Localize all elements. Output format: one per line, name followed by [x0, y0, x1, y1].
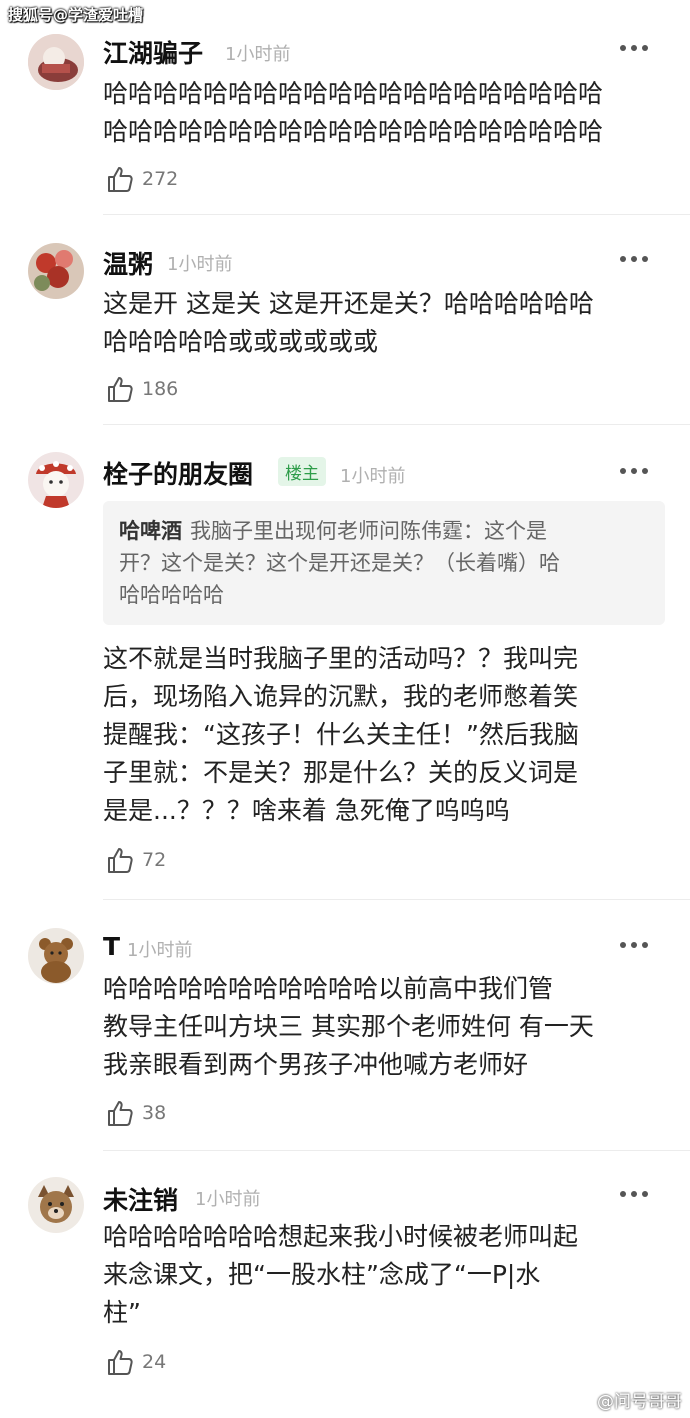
comment-text: 哈哈哈哈哈哈哈哈哈哈哈哈哈哈哈哈哈哈哈哈 哈哈哈哈哈哈哈哈哈哈哈哈哈哈哈哈哈哈哈… [103, 79, 604, 146]
comment-text: 哈哈哈哈哈哈哈想起来我小时候被老师叫起 来念课文，把“一股水柱”念成了“一P|水… [103, 1222, 579, 1327]
comment-text: 哈哈哈哈哈哈哈哈哈哈哈以前高中我们管 教导主任叫方块三 其实那个老师姓何 有一天… [103, 974, 594, 1079]
timestamp: 1小时前 [225, 44, 291, 65]
quoted-reply[interactable]: 哈啤酒 我脑子里出现何老师问陈伟霆：这个是 开？这个是关？这个是开还是关？（长着嘴… [103, 501, 665, 625]
comment-text: 这不就是当时我脑子里的活动吗？？我叫完 后，现场陷入诡异的沉默，我的老师憋着笑 … [103, 644, 579, 825]
like-count: 272 [142, 168, 179, 190]
avatar[interactable] [28, 243, 84, 299]
username[interactable]: 江湖骗子 [103, 34, 203, 70]
username[interactable]: T [103, 932, 120, 961]
more-dots-icon[interactable] [620, 1191, 650, 1199]
timestamp: 1小时前 [195, 1189, 261, 1210]
username[interactable]: 栓子的朋友圈 [103, 455, 253, 491]
avatar[interactable] [28, 928, 84, 984]
op-badge: 楼主 [278, 457, 326, 486]
timestamp: 1小时前 [340, 466, 406, 487]
thumbs-up-icon [108, 1101, 133, 1126]
thumbs-up-icon [108, 848, 133, 873]
thumbs-up-icon [108, 377, 133, 402]
username[interactable]: 温粥 [103, 245, 153, 281]
like-count: 72 [142, 849, 167, 871]
like-count: 186 [142, 378, 179, 400]
avatar[interactable] [28, 34, 84, 90]
comment-text: 这是开 这是关 这是开还是关？哈哈哈哈哈哈 哈哈哈哈哈或或或或或或 [103, 289, 594, 356]
timestamp: 1小时前 [127, 940, 193, 961]
more-dots-icon[interactable] [620, 45, 650, 53]
watermark-top: 搜狐号@学渣爱吐槽 [8, 6, 144, 24]
like-count: 38 [142, 1102, 167, 1124]
username[interactable]: 未注销 [103, 1181, 178, 1217]
more-dots-icon[interactable] [620, 256, 650, 264]
divider [103, 214, 690, 215]
divider [103, 1150, 690, 1151]
thumbs-up-icon [108, 1350, 133, 1375]
more-dots-icon[interactable] [620, 942, 650, 950]
divider [103, 424, 690, 425]
timestamp: 1小时前 [167, 254, 233, 275]
thumbs-up-icon [108, 167, 133, 192]
avatar[interactable] [28, 1177, 84, 1233]
quoted-author[interactable]: 哈啤酒 [119, 519, 182, 543]
like-count: 24 [142, 1351, 167, 1373]
divider [103, 899, 690, 900]
watermark-bottom: @问号哥哥 [597, 1392, 682, 1412]
avatar[interactable] [28, 452, 84, 508]
more-dots-icon[interactable] [620, 468, 650, 476]
